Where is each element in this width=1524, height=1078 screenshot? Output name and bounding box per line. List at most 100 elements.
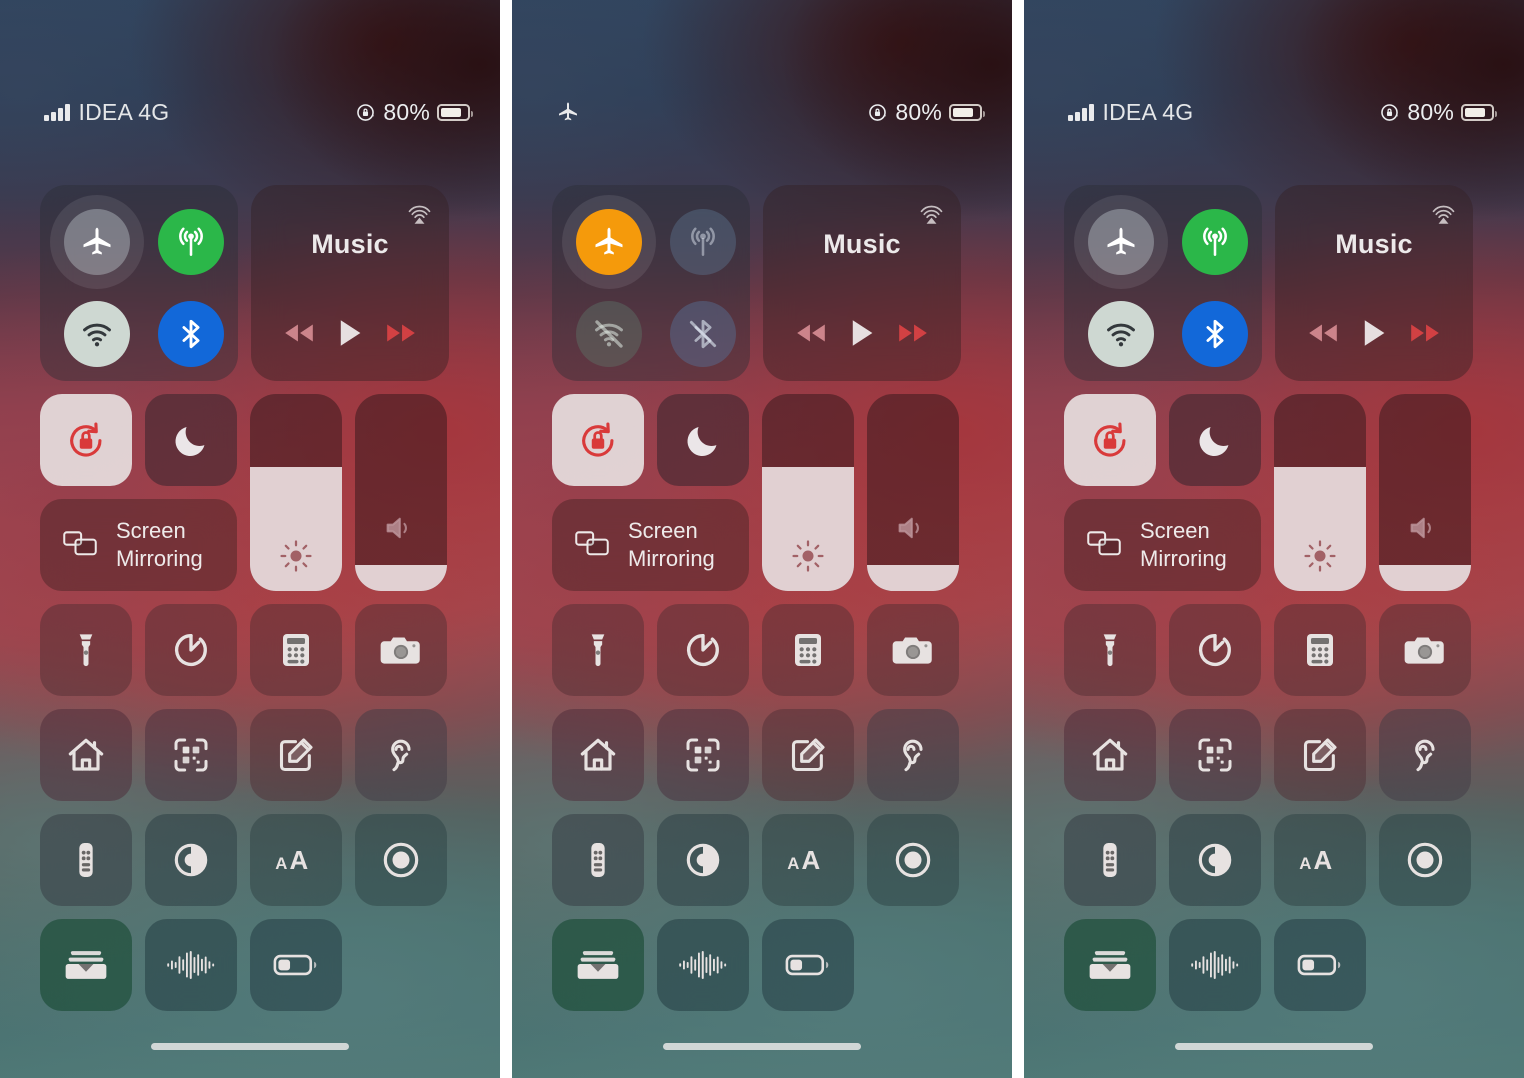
calculator-tile[interactable] [250,604,342,696]
airplane-toggle[interactable] [1088,209,1154,275]
hearing-tile[interactable] [1379,709,1471,801]
timer-tile[interactable] [145,604,237,696]
svg-text:A: A [290,847,309,875]
low-power-mode-tile[interactable] [762,919,854,1011]
wallet-tile[interactable] [1064,919,1156,1011]
apple-tv-remote-tile[interactable] [1064,814,1156,906]
bluetooth-toggle[interactable] [670,301,736,367]
low-power-mode-tile[interactable] [250,919,342,1011]
bluetooth-toggle[interactable] [158,301,224,367]
wifi-toggle[interactable] [576,301,642,367]
fastforward-button[interactable] [896,316,930,355]
cellular-toggle[interactable] [158,209,224,275]
volume-slider[interactable] [867,394,959,591]
volume-slider[interactable] [1379,394,1471,591]
connectivity-module[interactable] [1064,185,1262,381]
text-size-tile[interactable]: AA [250,814,342,906]
cellular-toggle[interactable] [670,209,736,275]
camera-tile[interactable] [867,604,959,696]
wallet-tile[interactable] [40,919,132,1011]
sound-recognition-tile[interactable] [145,919,237,1011]
dark-mode-tile[interactable] [1169,814,1261,906]
flashlight-tile[interactable] [1064,604,1156,696]
home-indicator[interactable] [1175,1043,1373,1050]
rotation-lock-status-icon [1379,102,1400,123]
brightness-slider[interactable] [250,394,342,591]
screen-mirroring-button[interactable]: Screen Mirroring [40,499,237,591]
calculator-tile[interactable] [1274,604,1366,696]
timer-tile[interactable] [657,604,749,696]
qr-scanner-tile[interactable] [657,709,749,801]
fastforward-button[interactable] [1408,316,1442,355]
volume-slider[interactable] [355,394,447,591]
connectivity-module[interactable] [40,185,238,381]
wifi-toggle[interactable] [64,301,130,367]
home-tile[interactable] [552,709,644,801]
camera-tile[interactable] [1379,604,1471,696]
screen-mirroring-button[interactable]: Screen Mirroring [552,499,749,591]
qr-scanner-tile[interactable] [1169,709,1261,801]
home-indicator[interactable] [663,1043,861,1050]
play-button[interactable] [1359,318,1389,353]
screen-mirroring-button[interactable]: Screen Mirroring [1064,499,1261,591]
music-widget[interactable]: Music [763,185,961,381]
rotation-lock-toggle[interactable] [552,394,644,486]
rotation-lock-toggle[interactable] [1064,394,1156,486]
home-tile[interactable] [1064,709,1156,801]
qr-scanner-tile[interactable] [145,709,237,801]
brightness-slider[interactable] [762,394,854,591]
timer-tile[interactable] [1169,604,1261,696]
apple-tv-remote-tile[interactable] [552,814,644,906]
flashlight-tile[interactable] [40,604,132,696]
rewind-button[interactable] [282,316,316,355]
notes-tile[interactable] [762,709,854,801]
status-bar-right: 80% [1379,99,1497,126]
screen-record-tile[interactable] [355,814,447,906]
text-size-tile[interactable]: AA [1274,814,1366,906]
notes-tile[interactable] [1274,709,1366,801]
sound-recognition-tile[interactable] [657,919,749,1011]
apple-tv-remote-tile[interactable] [40,814,132,906]
music-widget[interactable]: Music [251,185,449,381]
calculator-tile[interactable] [762,604,854,696]
dark-mode-tile[interactable] [657,814,749,906]
camera-tile[interactable] [355,604,447,696]
airplay-audio-icon[interactable] [918,199,945,231]
control-center: Music Screen Mirroring A A [552,185,972,1011]
play-button[interactable] [335,318,365,353]
screen-record-tile[interactable] [1379,814,1471,906]
wallet-tile[interactable] [552,919,644,1011]
airplay-audio-icon[interactable] [1430,199,1457,231]
fastforward-button[interactable] [384,316,418,355]
brightness-slider[interactable] [1274,394,1366,591]
rotation-lock-toggle[interactable] [40,394,132,486]
cellular-toggle[interactable] [1182,209,1248,275]
home-indicator[interactable] [151,1043,349,1050]
airplane-toggle[interactable] [64,209,130,275]
dark-mode-tile[interactable] [145,814,237,906]
connectivity-module[interactable] [552,185,750,381]
sound-recognition-tile[interactable] [1169,919,1261,1011]
do-not-disturb-toggle[interactable] [657,394,749,486]
tiles-row [552,709,972,801]
do-not-disturb-toggle[interactable] [145,394,237,486]
flashlight-tile[interactable] [552,604,644,696]
airplane-toggle[interactable] [576,209,642,275]
rewind-button[interactable] [1306,316,1340,355]
text-size-tile[interactable]: AA [762,814,854,906]
music-controls [763,316,961,355]
home-tile[interactable] [40,709,132,801]
do-not-disturb-toggle[interactable] [1169,394,1261,486]
rewind-button[interactable] [794,316,828,355]
hearing-tile[interactable] [867,709,959,801]
screen-record-tile[interactable] [867,814,959,906]
bluetooth-toggle[interactable] [1182,301,1248,367]
hearing-tile[interactable] [355,709,447,801]
play-button[interactable] [847,318,877,353]
music-widget[interactable]: Music [1275,185,1473,381]
notes-tile[interactable] [250,709,342,801]
airplay-audio-icon[interactable] [406,199,433,231]
low-power-mode-tile[interactable] [1274,919,1366,1011]
tiles-row: AA [40,814,460,906]
wifi-toggle[interactable] [1088,301,1154,367]
